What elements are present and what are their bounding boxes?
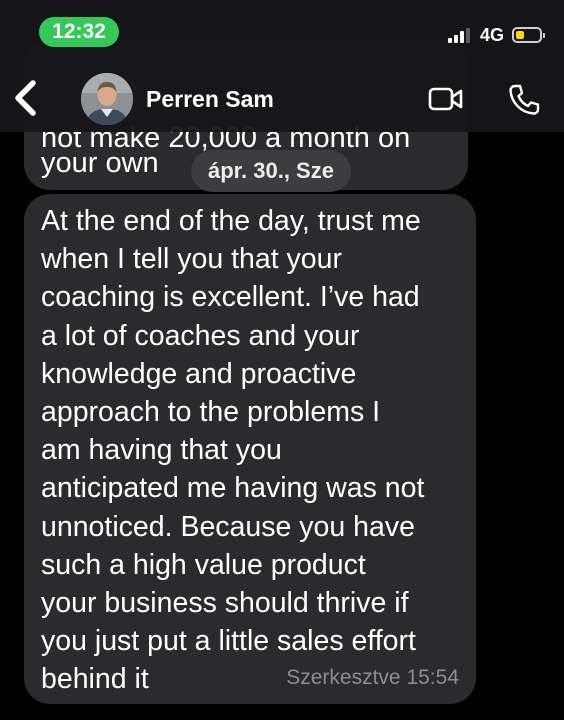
battery-level	[516, 31, 524, 39]
status-indicators: 4G	[447, 22, 545, 48]
signal-bar	[465, 27, 470, 43]
message-line: such a high value product	[41, 548, 366, 581]
phone-icon	[509, 84, 540, 115]
battery-tip	[543, 33, 545, 38]
contact-avatar[interactable]	[81, 73, 133, 125]
message-line: when I tell you that your	[41, 243, 343, 276]
message-line: unnoticed. Because you have	[41, 510, 415, 543]
person-photo-icon	[81, 73, 133, 125]
contact-name[interactable]: Perren Sam	[146, 86, 274, 113]
message-line: a lot of coaches and your	[41, 319, 360, 352]
voice-call-button[interactable]	[506, 82, 542, 118]
message-line: coaching is excellent. I’ve had	[41, 281, 420, 314]
message-line: you just put a little sales effort	[41, 625, 416, 658]
status-time: 12:32	[39, 17, 119, 47]
signal-bar	[459, 31, 464, 43]
message-date-badge: ápr. 30., Sze	[191, 150, 351, 192]
signal-bar	[453, 34, 458, 43]
message-line: knowledge and proactive	[41, 357, 357, 390]
message-bubble[interactable]: At the end of the day, trust me when I te…	[24, 194, 476, 704]
message-line: am having that you	[41, 434, 282, 467]
chevron-left-icon	[15, 80, 36, 116]
message-line: approach to the problems I	[41, 396, 381, 429]
screen: not make 20,000 a month on your own ápr.…	[0, 0, 564, 720]
video-camera-icon	[428, 87, 463, 111]
message-line: your business should thrive if	[41, 587, 409, 620]
signal-bar	[447, 38, 452, 43]
battery-icon	[512, 27, 545, 43]
signal-strength-icon	[447, 27, 472, 43]
chat-header: 12:32 4G Perren Sam	[0, 0, 564, 132]
message-text: At the end of the day, trust me when I te…	[41, 202, 471, 699]
video-call-button[interactable]	[428, 84, 464, 114]
message-line: anticipated me having was not	[41, 472, 425, 505]
network-type: 4G	[479, 24, 504, 45]
previous-message-last-line: your own	[41, 147, 159, 179]
edited-timestamp: Szerkesztve 15:54	[286, 666, 459, 689]
back-button[interactable]	[8, 78, 44, 118]
message-line: At the end of the day, trust me	[41, 205, 421, 237]
